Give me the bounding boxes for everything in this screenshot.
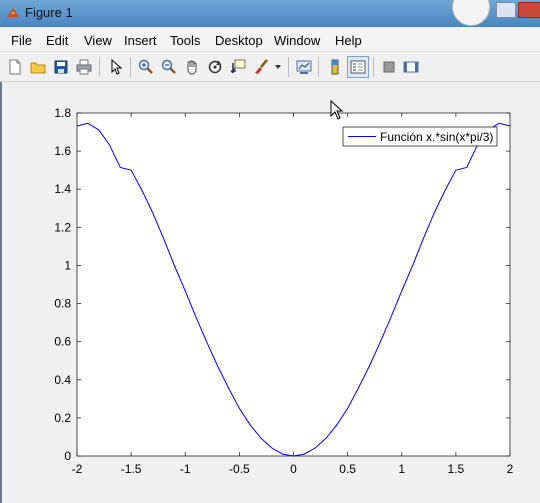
x-axis-tick-labels: -2 -1.5 -1 -0.5 0 0.5 1 1.5 2 xyxy=(72,462,514,476)
y-tick-label: 0 xyxy=(64,449,71,463)
legend-entry: Función x.*sin(x*pi/3) xyxy=(380,130,493,144)
y-tick-label: 0.8 xyxy=(54,297,71,311)
mouse-cursor-icon xyxy=(330,100,344,120)
x-tick-label: 0.5 xyxy=(339,462,356,476)
line-chart: -2 -1.5 -1 -0.5 0 0.5 1 1.5 2 0 0.2 0.4 0.6 0.8 1 1.2 1… xyxy=(54,106,514,476)
y-axis-tick-labels: 0 0.2 0.4 0.6 0.8 1 1.2 1.4 1.6 1.8 xyxy=(54,106,71,463)
x-tick-label: -1 xyxy=(180,462,191,476)
y-tick-label: 0.2 xyxy=(54,411,71,425)
x-tick-label: 0 xyxy=(290,462,297,476)
x-tick-label: 1.5 xyxy=(448,462,465,476)
x-tick-label: 1 xyxy=(398,462,405,476)
x-tick-label: -1.5 xyxy=(121,462,142,476)
y-tick-label: 1.6 xyxy=(54,144,71,158)
x-tick-label: -2 xyxy=(72,462,83,476)
legend[interactable]: Función x.*sin(x*pi/3) xyxy=(342,126,498,147)
y-tick-label: 1 xyxy=(64,258,71,272)
y-tick-label: 0.6 xyxy=(54,335,71,349)
y-tick-label: 1.2 xyxy=(54,220,71,234)
plot-area[interactable] xyxy=(76,112,511,457)
x-tick-label: 2 xyxy=(507,462,514,476)
y-tick-label: 0.4 xyxy=(54,373,71,387)
y-tick-label: 1.4 xyxy=(54,182,71,196)
x-tick-label: -0.5 xyxy=(229,462,250,476)
y-tick-label: 1.8 xyxy=(54,106,71,120)
